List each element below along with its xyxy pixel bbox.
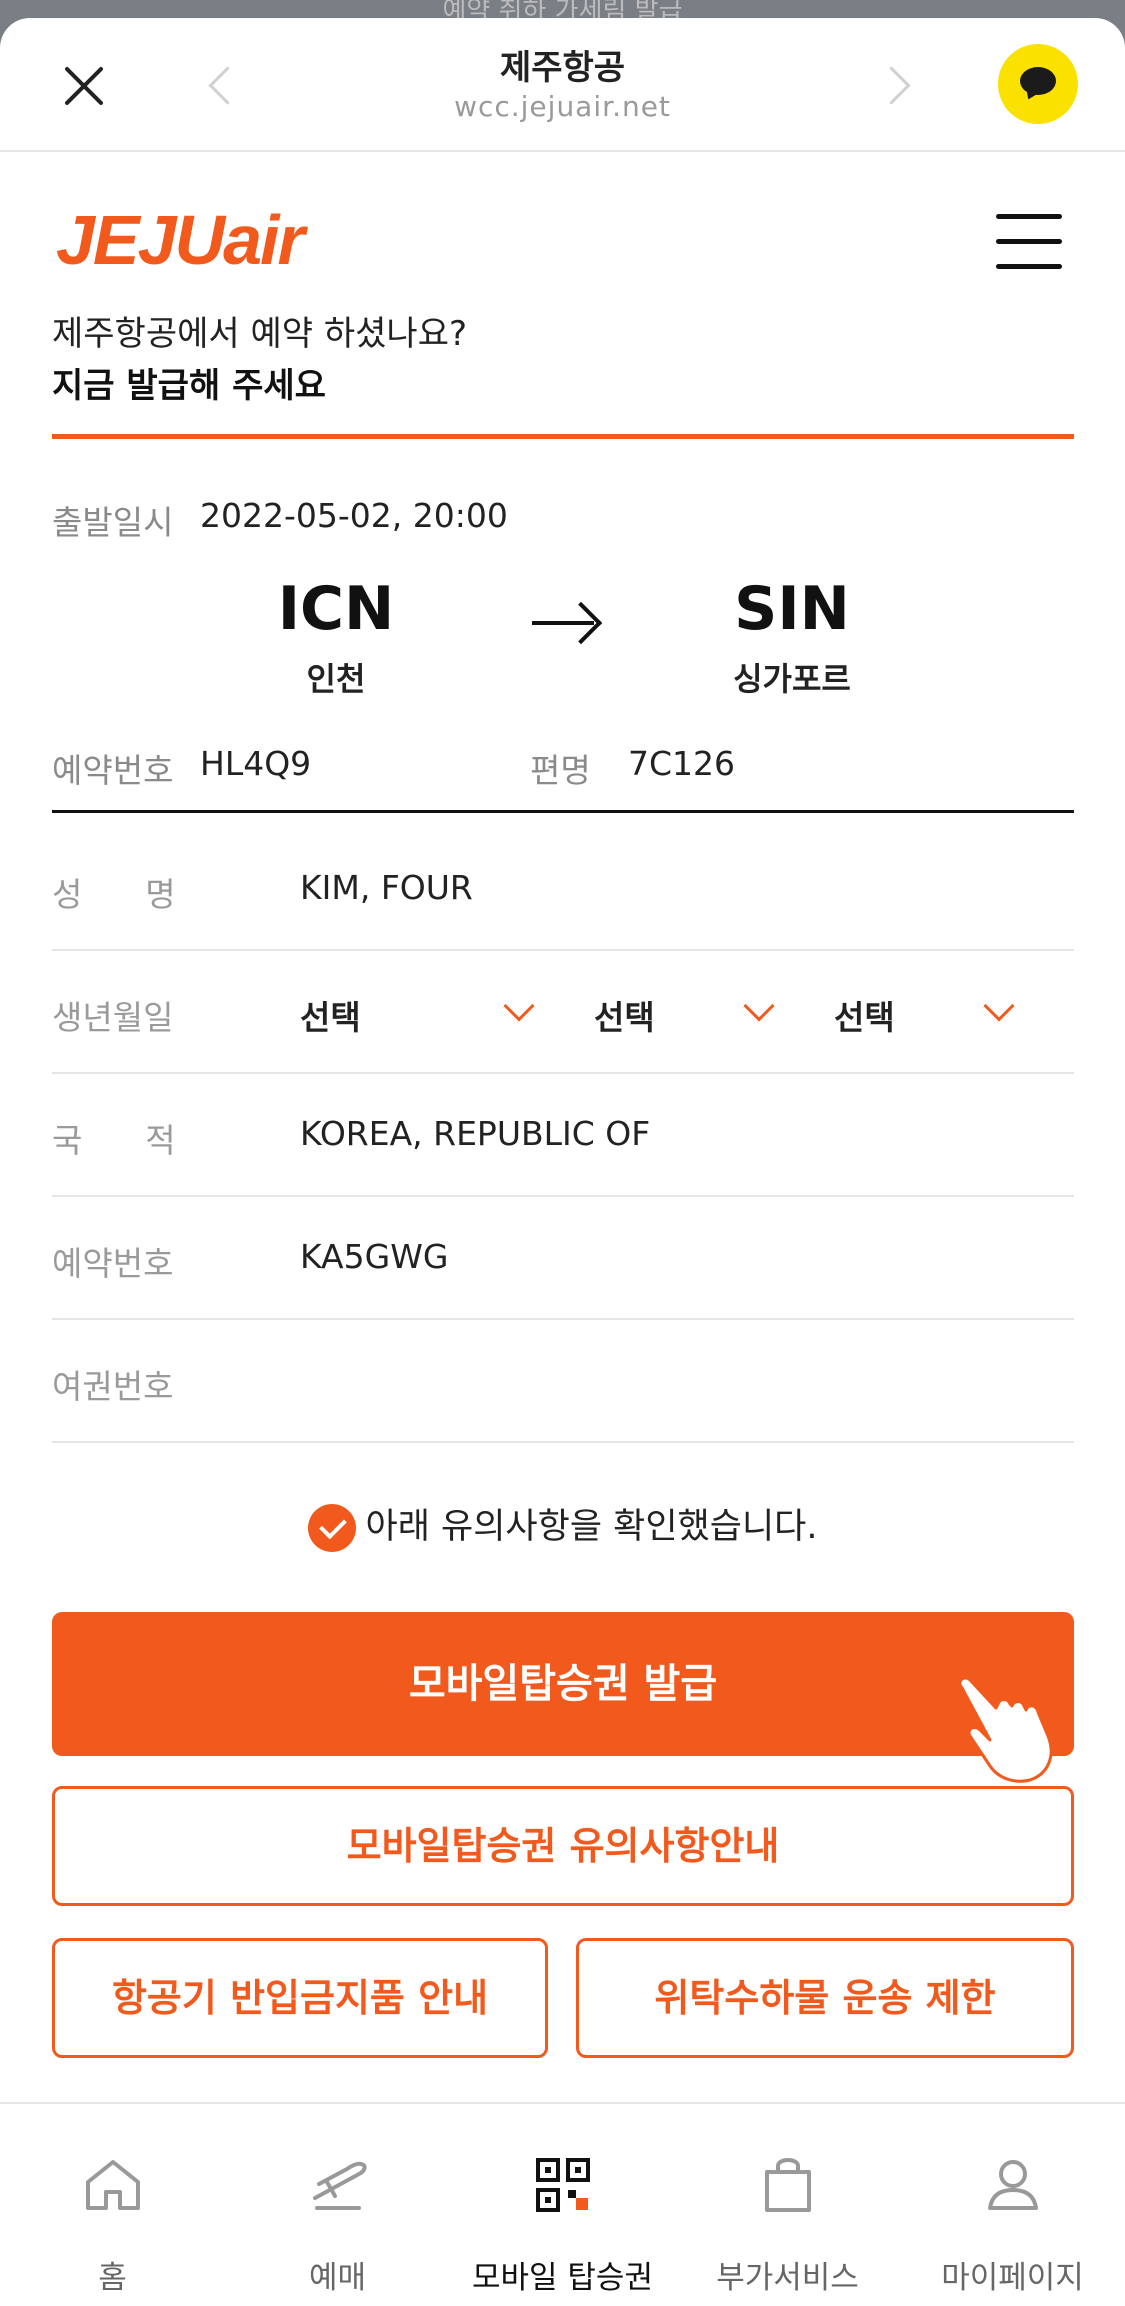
birth-day-select[interactable]: 선택 — [834, 991, 895, 1039]
name-label: 성 명 — [52, 875, 176, 914]
user-icon — [988, 2160, 1038, 2210]
airplane-icon — [313, 2161, 367, 2210]
flight-number-value: 7C126 — [628, 744, 736, 783]
forward-chevron-icon[interactable] — [882, 66, 910, 106]
in-app-browser-sheet: 제주항공 wcc.jejuair.net JEJUair 제주항공에서 예약 하… — [0, 18, 1125, 2306]
qr-code-icon — [536, 2158, 590, 2212]
pointing-hand-icon — [958, 1676, 1053, 1783]
prohibited-items-button[interactable]: 항공기 반입금지품 안내 — [52, 1938, 548, 2058]
departure-label: 출발일시 — [52, 503, 174, 542]
chevron-down-icon[interactable] — [503, 990, 535, 1022]
nav-home[interactable]: 홈 — [0, 2104, 225, 2306]
chevron-down-icon[interactable] — [983, 990, 1015, 1022]
route-arrow-icon — [532, 621, 594, 625]
name-value: KIM, FOUR — [300, 868, 473, 907]
form-row-passport: 여권번호 — [52, 1320, 1074, 1443]
nav-booking[interactable]: 예매 — [225, 2104, 450, 2306]
nationality-label: 국 적 — [52, 1121, 176, 1160]
nav-extras-label: 부가서비스 — [716, 2260, 859, 2296]
chevron-down-icon[interactable] — [743, 990, 775, 1022]
checkmark-icon[interactable] — [307, 1504, 356, 1552]
nav-boarding-pass-label: 모바일 탑승권 — [472, 2260, 653, 2296]
nav-mypage[interactable]: 마이페이지 — [900, 2104, 1125, 2306]
nav-home-label: 홈 — [98, 2260, 127, 2296]
birthdate-label: 생년월일 — [52, 998, 174, 1037]
browser-header: 제주항공 wcc.jejuair.net — [0, 18, 1125, 152]
orange-divider — [52, 434, 1074, 439]
form-row-name: 성 명 KIM, FOUR — [52, 828, 1074, 951]
bottom-navigation: 홈 예매 모바일 탑승권 부가서비스 마이페이지 — [0, 2102, 1125, 2306]
reservation-value: HL4Q9 — [200, 744, 312, 783]
issue-boarding-pass-button[interactable]: 모바일탑승권 발급 — [52, 1612, 1074, 1756]
hamburger-menu-icon[interactable] — [996, 214, 1062, 270]
booking-number-label: 예약번호 — [52, 1244, 174, 1283]
origin-code: ICN — [277, 574, 395, 644]
intro-cta: 지금 발급해 주세요 — [52, 366, 326, 406]
jejuair-logo[interactable]: JEJUair — [56, 200, 305, 280]
agree-label: 아래 유의사항을 확인했습니다. — [365, 1507, 818, 1547]
flight-number-label: 편명 — [530, 751, 591, 790]
checked-baggage-button[interactable]: 위탁수하물 운송 제한 — [576, 1938, 1074, 2058]
boarding-pass-notice-button[interactable]: 모바일탑승권 유의사항안내 — [52, 1786, 1074, 1906]
nationality-value[interactable]: KOREA, REPUBLIC OF — [300, 1114, 650, 1153]
browser-title: 제주항공 — [499, 48, 626, 88]
form-row-booking-number: 예약번호 KA5GWG — [52, 1197, 1074, 1320]
origin-city: 인천 — [306, 660, 366, 698]
agree-checkbox-row[interactable]: 아래 유의사항을 확인했습니다. — [0, 1498, 1125, 1552]
form-row-birthdate: 생년월일 선택 선택 선택 — [52, 951, 1074, 1074]
departure-value: 2022-05-02, 20:00 — [200, 496, 508, 535]
home-icon — [86, 2160, 140, 2210]
form-row-nationality: 국 적 KOREA, REPUBLIC OF — [52, 1074, 1074, 1197]
browser-url: wcc.jejuair.net — [454, 90, 671, 123]
destination-code: SIN — [734, 574, 850, 644]
black-divider — [52, 810, 1074, 813]
nav-booking-label: 예매 — [308, 2260, 367, 2296]
booking-number-value[interactable]: KA5GWG — [300, 1237, 448, 1276]
intro-question: 제주항공에서 예약 하셨나요? — [52, 314, 468, 354]
nav-extras[interactable]: 부가서비스 — [675, 2104, 900, 2306]
nav-mypage-label: 마이페이지 — [941, 2260, 1084, 2296]
reservation-label: 예약번호 — [52, 751, 174, 790]
shopping-bag-icon — [765, 2158, 811, 2212]
passport-label: 여권번호 — [52, 1367, 174, 1406]
birth-month-select[interactable]: 선택 — [594, 991, 655, 1039]
kakao-chat-icon[interactable] — [998, 44, 1078, 124]
birth-year-select[interactable]: 선택 — [300, 991, 361, 1039]
nav-boarding-pass[interactable]: 모바일 탑승권 — [450, 2104, 675, 2306]
destination-city: 싱가포르 — [733, 660, 851, 698]
